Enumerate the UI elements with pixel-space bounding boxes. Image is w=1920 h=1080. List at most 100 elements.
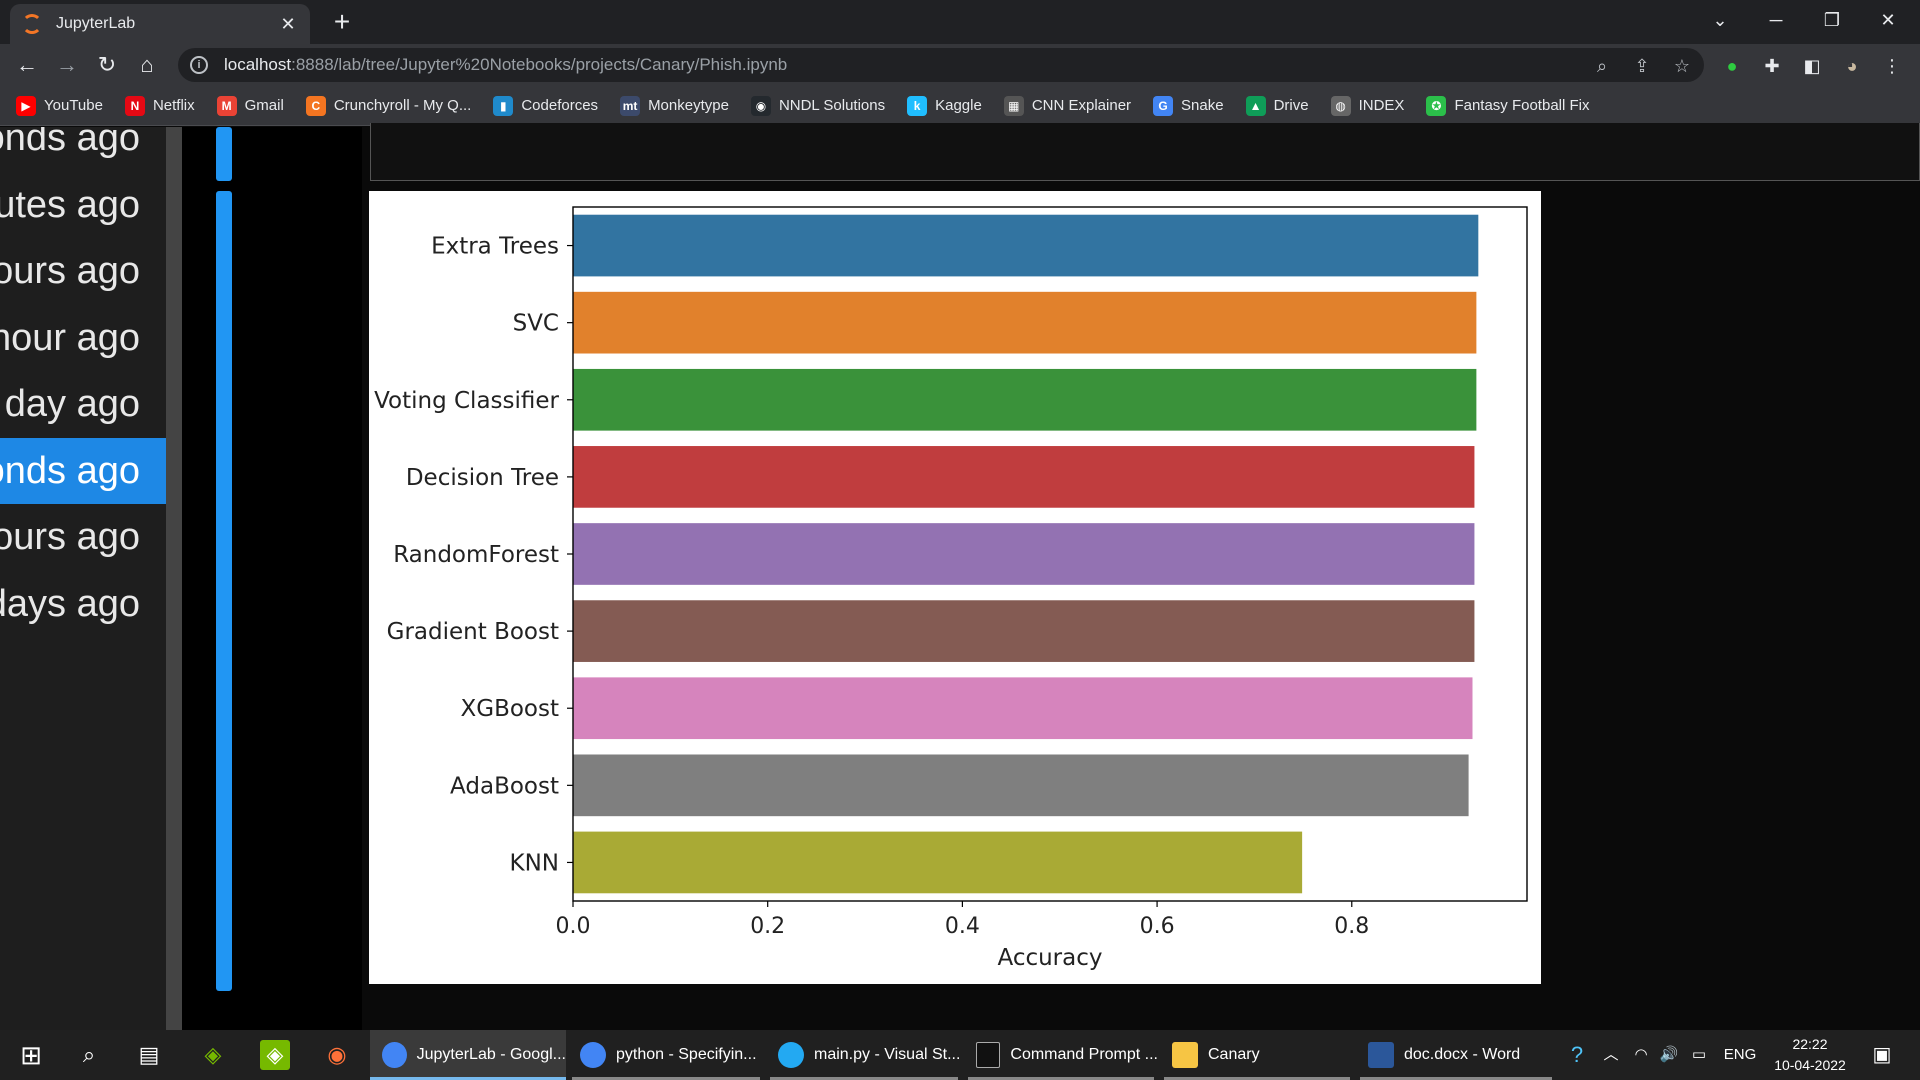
taskbar-app-icon bbox=[778, 1042, 804, 1068]
file-modified-item[interactable]: day ago bbox=[0, 371, 166, 437]
file-modified-item[interactable]: hour ago bbox=[0, 305, 166, 371]
taskbar-app[interactable]: Command Prompt ... bbox=[964, 1030, 1158, 1080]
file-modified-item[interactable]: utes ago bbox=[0, 172, 166, 238]
volume-icon[interactable]: 🔊 bbox=[1656, 1030, 1682, 1080]
site-info-icon[interactable]: i bbox=[190, 56, 208, 74]
x-tick-label: 0.8 bbox=[1334, 914, 1369, 939]
clock[interactable]: 22:22 10-04-2022 bbox=[1770, 1034, 1850, 1076]
bookmarks-bar: ▶ YouTube N Netflix M Gmail C Crunchyroll - My … bbox=[0, 86, 1920, 126]
file-browser-scrollbar[interactable] bbox=[166, 127, 182, 1030]
bookmark-label: NNDL Solutions bbox=[778, 97, 886, 114]
y-tick-label: Decision Tree bbox=[406, 465, 559, 491]
chart-bar bbox=[573, 677, 1473, 740]
bookmark-label: Crunchyroll - My Q... bbox=[333, 97, 472, 114]
chart-bar bbox=[573, 831, 1303, 894]
bookmark-item[interactable]: ◍ INDEX bbox=[1330, 95, 1405, 116]
bookmark-label: CNN Explainer bbox=[1031, 97, 1132, 114]
language-indicator[interactable]: ENG bbox=[1718, 1030, 1762, 1080]
nvidia-icon[interactable]: ◈ bbox=[196, 1038, 230, 1072]
url-path: :8888/lab/tree/Jupyter%20Notebooks/proje… bbox=[291, 55, 788, 74]
y-tick-label: Gradient Boost bbox=[387, 619, 559, 645]
bookmark-label: Codeforces bbox=[521, 97, 599, 114]
bookmark-favicon-icon: ◍ bbox=[1330, 95, 1351, 116]
bookmark-item[interactable]: ▮ Codeforces bbox=[493, 95, 599, 116]
file-modified-item[interactable]: ours ago bbox=[0, 504, 166, 570]
bookmark-item[interactable]: G Snake bbox=[1153, 95, 1224, 116]
taskbar-app[interactable]: main.py - Visual St... bbox=[766, 1030, 962, 1080]
bookmark-item[interactable]: ▦ CNN Explainer bbox=[1003, 95, 1132, 116]
home-icon[interactable]: ⌂ bbox=[132, 50, 162, 80]
task-view-icon[interactable]: ▤ bbox=[132, 1038, 166, 1072]
geforce-icon[interactable]: ◈ bbox=[260, 1040, 290, 1070]
previous-cell-input[interactable] bbox=[370, 123, 1920, 181]
x-tick-label: 0.0 bbox=[556, 914, 591, 939]
cell-collapser-output[interactable] bbox=[216, 191, 232, 991]
back-icon[interactable]: ← bbox=[12, 50, 42, 80]
zoom-icon[interactable]: ⌕ bbox=[1590, 54, 1614, 78]
extensions-puzzle-icon[interactable]: ✚ bbox=[1760, 54, 1784, 78]
address-bar[interactable]: i localhost:8888/lab/tree/Jupyter%20Note… bbox=[178, 48, 1704, 82]
bookmark-item[interactable]: ◉ NNDL Solutions bbox=[750, 95, 886, 116]
bookmark-label: YouTube bbox=[44, 97, 103, 114]
share-icon[interactable]: ⇪ bbox=[1630, 54, 1654, 78]
bookmark-label: INDEX bbox=[1358, 97, 1405, 114]
minimize-icon[interactable]: ─ bbox=[1748, 0, 1804, 40]
firefox-icon[interactable]: ◉ bbox=[320, 1038, 354, 1072]
bookmark-item[interactable]: k Kaggle bbox=[907, 95, 982, 116]
notification-icon[interactable]: ▣ bbox=[1864, 1030, 1900, 1080]
taskbar-app[interactable]: JupyterLab - Googl... bbox=[370, 1030, 566, 1080]
jupyterlab-page: onds agoutes agoours agohour agoday agoo… bbox=[0, 123, 1920, 1030]
extension-green-icon[interactable]: ● bbox=[1720, 54, 1744, 78]
taskbar-app-icon bbox=[1368, 1042, 1394, 1068]
chart-bar bbox=[573, 600, 1475, 662]
bookmark-item[interactable]: ▲ Drive bbox=[1245, 95, 1309, 116]
y-tick-label: Extra Trees bbox=[431, 234, 559, 260]
chart-bar bbox=[573, 523, 1475, 585]
bookmark-item[interactable]: ▶ YouTube bbox=[16, 95, 103, 116]
tray-chevron-icon[interactable]: ︿ bbox=[1598, 1030, 1624, 1080]
bookmark-item[interactable]: mt Monkeytype bbox=[620, 95, 729, 116]
file-modified-item[interactable]: days ago bbox=[0, 571, 166, 637]
file-modified-item[interactable]: ours ago bbox=[0, 238, 166, 304]
windows-start-icon[interactable]: ⊞ bbox=[14, 1038, 48, 1072]
bookmark-star-icon[interactable]: ☆ bbox=[1670, 54, 1694, 78]
chart-bar bbox=[573, 368, 1477, 431]
tab-jupyterlab[interactable]: JupyterLab ✕ bbox=[10, 4, 310, 44]
battery-icon[interactable]: ▭ bbox=[1686, 1030, 1712, 1080]
search-icon[interactable]: ⌕ bbox=[72, 1038, 106, 1072]
restore-icon[interactable]: ❐ bbox=[1804, 0, 1860, 40]
bookmark-favicon-icon: ◉ bbox=[750, 95, 771, 116]
tab-close-icon[interactable]: ✕ bbox=[278, 14, 298, 35]
bookmark-label: Kaggle bbox=[935, 97, 982, 114]
menu-icon[interactable]: ⋮ bbox=[1880, 54, 1904, 78]
taskbar-app[interactable]: python - Specifyin... bbox=[568, 1030, 764, 1080]
taskbar-app[interactable]: doc.docx - Word bbox=[1356, 1030, 1556, 1080]
wifi-icon[interactable]: ◠ bbox=[1628, 1030, 1654, 1080]
close-window-icon[interactable]: ✕ bbox=[1860, 0, 1916, 40]
taskbar-app-icon bbox=[580, 1042, 606, 1068]
forward-icon[interactable]: → bbox=[52, 50, 82, 80]
bookmark-favicon-icon: C bbox=[305, 95, 326, 116]
taskbar-app[interactable]: Canary bbox=[1160, 1030, 1354, 1080]
accuracy-bar-chart: Extra Trees SVC Voting Classifier Decision … bbox=[374, 206, 1528, 971]
tab-strip: JupyterLab ✕ + ⌄ ─ ❐ ✕ bbox=[0, 0, 1920, 44]
new-tab-button[interactable]: + bbox=[326, 6, 358, 38]
cell-collapser-prev[interactable] bbox=[216, 127, 232, 181]
profile-avatar[interactable]: ◕ bbox=[1840, 54, 1864, 78]
bookmark-item[interactable]: ✪ Fantasy Football Fix bbox=[1426, 95, 1590, 116]
tab-search-icon[interactable]: ⌄ bbox=[1692, 0, 1748, 40]
bookmark-label: Snake bbox=[1181, 97, 1224, 114]
y-tick-label: SVC bbox=[513, 311, 559, 337]
help-icon[interactable]: ? bbox=[1560, 1030, 1594, 1080]
side-panel-icon[interactable]: ◧ bbox=[1800, 54, 1824, 78]
bookmark-favicon-icon: mt bbox=[620, 95, 641, 116]
chart-bar bbox=[573, 754, 1469, 817]
bookmark-item[interactable]: M Gmail bbox=[216, 95, 284, 116]
file-modified-item[interactable]: onds ago bbox=[0, 437, 166, 504]
taskbar-app-label: main.py - Visual St... bbox=[814, 1046, 961, 1063]
file-modified-item[interactable]: onds ago bbox=[0, 127, 166, 171]
bookmark-favicon-icon: ▲ bbox=[1245, 95, 1266, 116]
reload-icon[interactable]: ↻ bbox=[92, 50, 122, 80]
bookmark-item[interactable]: C Crunchyroll - My Q... bbox=[305, 95, 472, 116]
bookmark-item[interactable]: N Netflix bbox=[124, 95, 195, 116]
